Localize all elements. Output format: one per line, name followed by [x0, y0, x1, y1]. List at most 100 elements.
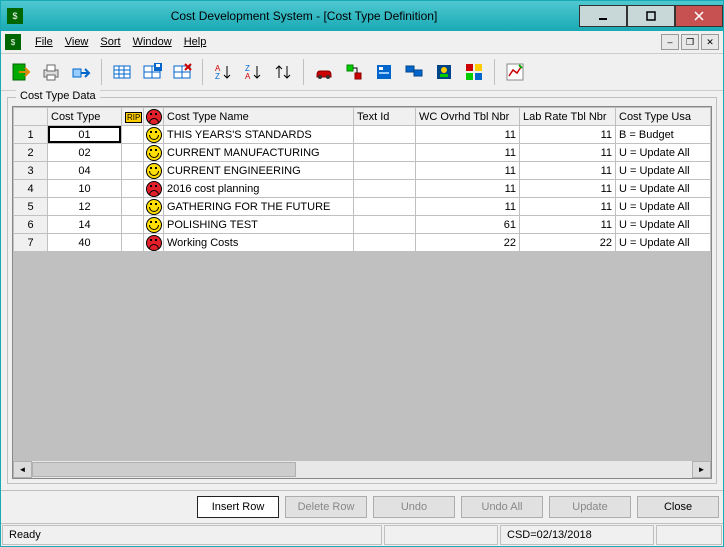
cell-textid[interactable] — [354, 198, 416, 216]
cell-name[interactable]: Working Costs — [164, 234, 354, 252]
cell-usage[interactable]: U = Update All — [616, 180, 711, 198]
col-wc[interactable]: WC Ovrhd Tbl Nbr — [416, 108, 520, 126]
table-row[interactable]: 740Working Costs2222U = Update All — [14, 234, 711, 252]
cell-cost-type[interactable]: 14 — [48, 216, 122, 234]
cell-name[interactable]: 2016 cost planning — [164, 180, 354, 198]
multi-icon[interactable] — [460, 58, 488, 86]
cell-textid[interactable] — [354, 144, 416, 162]
cell-cost-type[interactable]: 01 — [48, 126, 122, 144]
cell-lab[interactable]: 22 — [520, 234, 616, 252]
col-lab[interactable]: Lab Rate Tbl Nbr — [520, 108, 616, 126]
cell-textid[interactable] — [354, 162, 416, 180]
table-row[interactable]: 4102016 cost planning1111U = Update All — [14, 180, 711, 198]
minimize-button[interactable] — [579, 5, 627, 27]
cell-textid[interactable] — [354, 126, 416, 144]
table-row[interactable]: 304CURRENT ENGINEERING1111U = Update All — [14, 162, 711, 180]
cell-lab[interactable]: 11 — [520, 126, 616, 144]
scroll-thumb[interactable] — [32, 462, 296, 477]
cell-lab[interactable]: 11 — [520, 180, 616, 198]
cell-usage[interactable]: U = Update All — [616, 144, 711, 162]
cell-textid[interactable] — [354, 234, 416, 252]
grid[interactable]: Cost Type RIP Cost Type Name Text Id WC … — [12, 106, 712, 479]
mdi-restore-button[interactable]: ❐ — [681, 34, 699, 50]
process-icon[interactable] — [340, 58, 368, 86]
table-row[interactable]: 512GATHERING FOR THE FUTURE1111U = Updat… — [14, 198, 711, 216]
cell-usage[interactable]: U = Update All — [616, 162, 711, 180]
mdi-close-button[interactable]: ✕ — [701, 34, 719, 50]
mdi-icon[interactable]: $ — [5, 34, 21, 50]
col-rip[interactable]: RIP — [122, 108, 144, 126]
cell-lab[interactable]: 11 — [520, 216, 616, 234]
row-header[interactable]: 4 — [14, 180, 48, 198]
cell-lab[interactable]: 11 — [520, 198, 616, 216]
insert-row-button[interactable]: Insert Row — [197, 496, 279, 518]
horizontal-scrollbar[interactable]: ◄ ► — [13, 460, 711, 478]
clear-grid-icon[interactable] — [168, 58, 196, 86]
update-button[interactable]: Update — [549, 496, 631, 518]
col-name[interactable]: Cost Type Name — [164, 108, 354, 126]
export-icon[interactable] — [67, 58, 95, 86]
col-usage[interactable]: Cost Type Usa — [616, 108, 711, 126]
mdi-minimize-button[interactable]: – — [661, 34, 679, 50]
row-header[interactable]: 7 — [14, 234, 48, 252]
table-row[interactable]: 614POLISHING TEST6111U = Update All — [14, 216, 711, 234]
sort-desc-icon[interactable]: ZA — [239, 58, 267, 86]
titlebar[interactable]: $ Cost Development System - [Cost Type D… — [1, 1, 723, 31]
cell-textid[interactable] — [354, 180, 416, 198]
menu-view[interactable]: View — [59, 34, 95, 50]
menu-file[interactable]: File — [29, 34, 59, 50]
menu-help[interactable]: Help — [178, 34, 213, 50]
table-row[interactable]: 202CURRENT MANUFACTURING1111U = Update A… — [14, 144, 711, 162]
cell-rip[interactable] — [122, 216, 144, 234]
corner-cell[interactable] — [14, 108, 48, 126]
close-form-button[interactable]: Close — [637, 496, 719, 518]
cell-name[interactable]: CURRENT MANUFACTURING — [164, 144, 354, 162]
exit-icon[interactable] — [7, 58, 35, 86]
col-cost-type[interactable]: Cost Type — [48, 108, 122, 126]
grid-empty-area[interactable] — [13, 252, 711, 460]
row-header[interactable]: 2 — [14, 144, 48, 162]
cell-cost-type[interactable]: 02 — [48, 144, 122, 162]
table-row[interactable]: 101THIS YEARS'S STANDARDS1111B = Budget — [14, 126, 711, 144]
cell-cost-type[interactable]: 40 — [48, 234, 122, 252]
cell-rip[interactable] — [122, 198, 144, 216]
col-face[interactable] — [144, 108, 164, 126]
delete-row-button[interactable]: Delete Row — [285, 496, 367, 518]
grid-icon[interactable] — [108, 58, 136, 86]
cell-rip[interactable] — [122, 162, 144, 180]
chart-icon[interactable] — [501, 58, 529, 86]
cell-cost-type[interactable]: 12 — [48, 198, 122, 216]
cell-rip[interactable] — [122, 144, 144, 162]
row-header[interactable]: 6 — [14, 216, 48, 234]
undo-button[interactable]: Undo — [373, 496, 455, 518]
cell-wc[interactable]: 11 — [416, 162, 520, 180]
cell-lab[interactable]: 11 — [520, 162, 616, 180]
menu-window[interactable]: Window — [127, 34, 178, 50]
cell-name[interactable]: GATHERING FOR THE FUTURE — [164, 198, 354, 216]
cell-rip[interactable] — [122, 234, 144, 252]
cell-wc[interactable]: 11 — [416, 180, 520, 198]
row-header[interactable]: 3 — [14, 162, 48, 180]
save-grid-icon[interactable] — [138, 58, 166, 86]
cell-name[interactable]: CURRENT ENGINEERING — [164, 162, 354, 180]
maximize-button[interactable] — [627, 5, 675, 27]
car-icon[interactable] — [310, 58, 338, 86]
cell-rip[interactable] — [122, 126, 144, 144]
print-icon[interactable] — [37, 58, 65, 86]
cell-wc[interactable]: 22 — [416, 234, 520, 252]
cell-name[interactable]: THIS YEARS'S STANDARDS — [164, 126, 354, 144]
cell-textid[interactable] — [354, 216, 416, 234]
blue-panel-icon[interactable] — [370, 58, 398, 86]
cell-usage[interactable]: U = Update All — [616, 216, 711, 234]
row-header[interactable]: 1 — [14, 126, 48, 144]
sort-asc-icon[interactable]: AZ — [209, 58, 237, 86]
scroll-track[interactable] — [32, 462, 692, 477]
scroll-left-button[interactable]: ◄ — [13, 461, 32, 478]
cell-cost-type[interactable]: 10 — [48, 180, 122, 198]
cell-usage[interactable]: B = Budget — [616, 126, 711, 144]
row-header[interactable]: 5 — [14, 198, 48, 216]
undo-all-button[interactable]: Undo All — [461, 496, 543, 518]
cell-wc[interactable]: 11 — [416, 126, 520, 144]
screens-icon[interactable] — [400, 58, 428, 86]
cell-usage[interactable]: U = Update All — [616, 234, 711, 252]
